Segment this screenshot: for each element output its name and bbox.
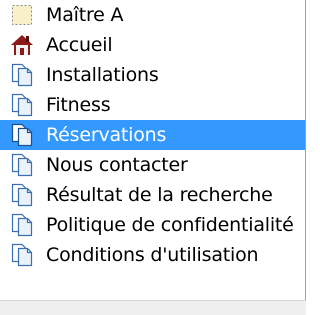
home-icon	[11, 35, 33, 55]
page-list-panel: Maître A Accueil Installations Fitness R…	[0, 0, 306, 300]
list-item-label: Accueil	[46, 34, 113, 56]
list-item-accueil[interactable]: Accueil	[0, 30, 305, 60]
page-icon	[11, 93, 33, 117]
list-item-master-a[interactable]: Maître A	[0, 0, 305, 30]
horizontal-scrollbar[interactable]	[0, 300, 306, 315]
list-item-label: Politique de confidentialité	[46, 214, 294, 236]
list-item-label: Réservations	[46, 124, 167, 146]
list-item-label: Maître A	[46, 4, 124, 26]
list-item-politique-confidentialite[interactable]: Politique de confidentialité	[0, 210, 305, 240]
page-icon	[11, 123, 33, 147]
panel-border	[305, 0, 306, 300]
page-icon	[11, 183, 33, 207]
list-item-label: Nous contacter	[46, 154, 188, 176]
list-item-fitness[interactable]: Fitness	[0, 90, 305, 120]
list-item-label: Fitness	[46, 94, 111, 116]
list-item-label: Installations	[46, 64, 159, 86]
page-icon	[11, 243, 33, 267]
page-icon	[11, 213, 33, 237]
list-item-conditions-utilisation[interactable]: Conditions d'utilisation	[0, 240, 305, 270]
list-item-installations[interactable]: Installations	[0, 60, 305, 90]
list-item-label: Résultat de la recherche	[46, 184, 273, 206]
list-item-reservations[interactable]: Réservations	[0, 120, 305, 150]
page-icon	[11, 63, 33, 87]
page-icon	[11, 153, 33, 177]
list-item-resultat-recherche[interactable]: Résultat de la recherche	[0, 180, 305, 210]
master-page-icon	[12, 5, 32, 25]
list-item-nous-contacter[interactable]: Nous contacter	[0, 150, 305, 180]
list-item-label: Conditions d'utilisation	[46, 244, 259, 266]
page-list: Maître A Accueil Installations Fitness R…	[0, 0, 305, 270]
